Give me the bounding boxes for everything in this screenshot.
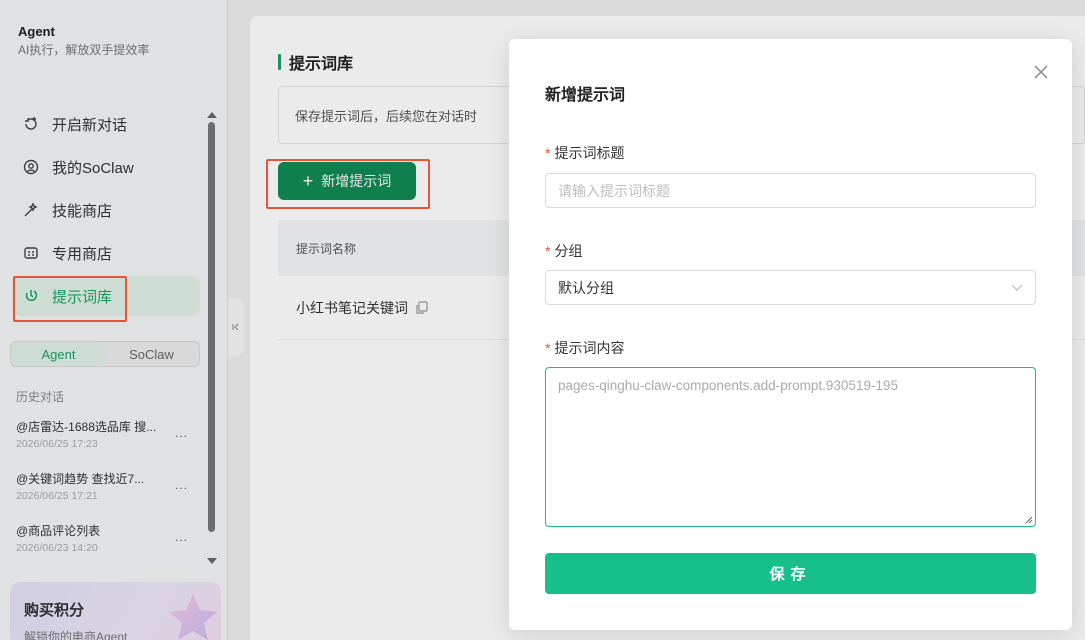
chevron-down-icon: [1011, 284, 1023, 291]
scroll-up-arrow-icon[interactable]: [207, 112, 217, 118]
star-icon: [169, 594, 217, 640]
segment-agent[interactable]: Agent: [12, 343, 105, 365]
title-field-label: * 提示词标题: [545, 143, 624, 163]
content-field-label: * 提示词内容: [545, 338, 624, 358]
user-icon: [22, 158, 40, 176]
scroll-thumb[interactable]: [208, 122, 215, 532]
promo-subtitle: 解锁你的电商Agent: [24, 630, 128, 640]
collapse-sidebar-button[interactable]: [228, 298, 244, 356]
prompt-content-placeholder: pages-qinghu-claw-components.add-prompt.…: [558, 378, 898, 393]
column-header-name: 提示词名称: [296, 241, 357, 256]
prompt-title-placeholder: 请输入提示词标题: [558, 182, 670, 199]
sidebar-item-my-soclaw[interactable]: 我的SoClaw: [12, 147, 200, 187]
more-options-icon[interactable]: ...: [175, 530, 188, 544]
title-accent-bar: [278, 54, 281, 70]
copy-icon[interactable]: [416, 301, 428, 314]
collapse-icon: [232, 323, 239, 331]
add-prompt-dialog: 新增提示词 * 提示词标题 请输入提示词标题 * 分组 默认分组 * 提示词内容 pa…: [509, 39, 1072, 630]
sidebar-item-special-store[interactable]: 专用商店: [12, 233, 200, 273]
more-options-icon[interactable]: ...: [175, 426, 188, 440]
sidebar-item-label: 我的SoClaw: [52, 159, 134, 177]
sidebar-item-skill-store[interactable]: 技能商店: [12, 190, 200, 230]
prompt-title-input[interactable]: 请输入提示词标题: [545, 173, 1036, 208]
sidebar-item-label: 专用商店: [52, 245, 113, 263]
history-item[interactable]: @关键词趋势 查找近7... 2026/06/25 17:21 ...: [16, 470, 196, 522]
content-field-label-text: 提示词内容: [554, 340, 625, 356]
brand-title: Agent: [18, 24, 55, 39]
history-item-time: 2026/06/25 17:23: [16, 438, 98, 450]
history-item-title: @店雷达-1688选品库 搜...: [16, 420, 157, 434]
history-item-title: @关键词趋势 查找近7...: [16, 472, 145, 486]
highlight-box: [266, 159, 430, 209]
group-field-label-text: 分组: [554, 243, 583, 259]
group-select-value: 默认分组: [558, 279, 614, 296]
buy-credits-card[interactable]: 购买积分 解锁你的电商Agent: [10, 582, 221, 640]
history-item-time: 2026/06/23 14:20: [16, 542, 98, 554]
segment-soclaw[interactable]: SoClaw: [105, 343, 198, 365]
page-title-text: 提示词库: [289, 56, 354, 73]
sidebar-item-label: 开启新对话: [52, 116, 128, 134]
history-item-title: @商品评论列表: [16, 524, 101, 538]
history-item[interactable]: @店雷达-1688选品库 搜... 2026/06/25 17:23 ...: [16, 418, 196, 470]
promo-title: 购买积分: [24, 602, 85, 619]
store-icon: [22, 244, 40, 262]
new-chat-icon: [22, 115, 40, 133]
group-select[interactable]: 默认分组: [545, 270, 1036, 305]
resize-handle-icon[interactable]: [1025, 516, 1033, 524]
close-icon[interactable]: [1032, 63, 1050, 81]
page-title: 提示词库: [278, 50, 353, 74]
sidebar-item-new-chat[interactable]: 开启新对话: [12, 104, 200, 144]
dialog-title: 新增提示词: [545, 87, 626, 104]
sidebar-item-label: 技能商店: [52, 202, 113, 220]
required-mark: *: [545, 145, 551, 161]
history-list: @店雷达-1688选品库 搜... 2026/06/25 17:23 ... @…: [16, 418, 196, 574]
history-label: 历史对话: [16, 390, 65, 404]
mode-switch: Agent SoClaw: [10, 341, 200, 367]
info-text: 保存提示词后，后续您在对话时: [295, 108, 478, 124]
prompt-name: 小红书笔记关键词: [296, 299, 408, 316]
brand-subtitle: AI执行，解放双手提效率: [18, 43, 150, 57]
required-mark: *: [545, 340, 551, 356]
skill-icon: [22, 201, 40, 219]
title-field-label-text: 提示词标题: [554, 145, 625, 161]
scroll-down-arrow-icon[interactable]: [207, 558, 217, 564]
more-options-icon[interactable]: ...: [175, 478, 188, 492]
save-button[interactable]: 保存: [545, 553, 1036, 594]
group-field-label: * 分组: [545, 241, 582, 261]
brand: Agent AI执行，解放双手提效率: [18, 24, 149, 58]
prompt-content-textarea[interactable]: pages-qinghu-claw-components.add-prompt.…: [545, 367, 1036, 527]
highlight-box: [13, 276, 127, 322]
required-mark: *: [545, 243, 551, 259]
sidebar-scrollbar[interactable]: [206, 112, 217, 564]
history-item[interactable]: @商品评论列表 2026/06/23 14:20 ...: [16, 522, 196, 574]
history-item-time: 2026/06/25 17:21: [16, 490, 98, 502]
